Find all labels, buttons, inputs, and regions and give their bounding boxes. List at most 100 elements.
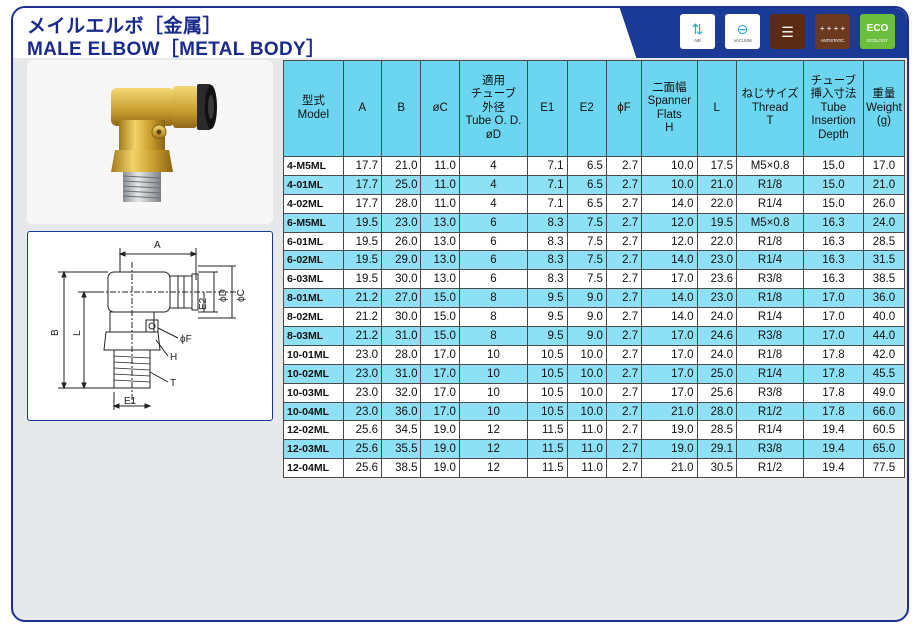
table-cell: R1/4 xyxy=(735,250,805,271)
table-cell: 4 xyxy=(458,193,529,214)
table-cell: 6 xyxy=(458,269,529,290)
model-cell: 8-03ML xyxy=(283,326,344,346)
table-cell: 26.0 xyxy=(381,231,422,252)
table-cell: R3/8 xyxy=(735,439,805,460)
table-cell: 10.5 xyxy=(527,363,568,384)
table-cell: 2.7 xyxy=(605,250,643,271)
table-cell: 13.0 xyxy=(420,269,460,290)
multi-icon: ☰ xyxy=(770,14,805,49)
model-cell: 4-02ML xyxy=(283,193,344,214)
table-cell: 9.5 xyxy=(527,326,568,346)
table-cell: 36.0 xyxy=(862,288,906,309)
table-cell: 14.0 xyxy=(641,250,698,271)
table-cell: 13.0 xyxy=(420,212,460,233)
table-cell: 7.5 xyxy=(566,212,607,233)
table-cell: 14.0 xyxy=(641,288,698,309)
table-cell: 10.5 xyxy=(527,382,568,403)
table-cell: 2.7 xyxy=(605,439,643,460)
table-cell: 23.0 xyxy=(696,288,737,309)
table-row: 6-M5ML 19.5 23.0 13.0 6 8.3 7.5 2.7 12.0 19.5 M5×0… xyxy=(283,212,906,233)
model-cell: 10-03ML xyxy=(283,382,344,403)
catalog-page: メイルエルボ［金属］ MALE ELBOW［METAL BODY］ ⇅ AIR … xyxy=(11,6,909,622)
table-cell: 19.4 xyxy=(803,458,864,479)
column-header: 型式 Model xyxy=(283,60,344,157)
table-cell: 7.1 xyxy=(527,193,568,214)
table-cell: 35.5 xyxy=(381,439,422,460)
table-cell: 25.0 xyxy=(696,363,737,384)
table-cell: 23.0 xyxy=(342,344,383,365)
table-cell: 2.7 xyxy=(605,401,643,422)
table-cell: R3/8 xyxy=(735,269,805,290)
table-cell: 10.5 xyxy=(527,344,568,365)
table-cell: 40.0 xyxy=(862,307,906,328)
table-cell: 31.0 xyxy=(381,326,422,346)
table-cell: 19.5 xyxy=(342,212,383,233)
table-cell: 29.1 xyxy=(696,439,737,460)
table-cell: 30.5 xyxy=(696,458,737,479)
air-icon: ⇅ AIR xyxy=(680,14,715,49)
table-cell: 8.3 xyxy=(527,269,568,290)
table-cell: 77.5 xyxy=(862,458,906,479)
table-cell: 17.0 xyxy=(420,344,460,365)
dim-label-e2: E2 xyxy=(198,297,209,310)
table-cell: 25.6 xyxy=(342,420,383,441)
model-cell: 12-02ML xyxy=(283,420,344,441)
table-cell: 6 xyxy=(458,212,529,233)
table-row: 12-04ML 25.6 38.5 19.0 12 11.5 11.0 2.7 21.0 30.5… xyxy=(283,458,906,479)
table-cell: 28.0 xyxy=(696,401,737,422)
table-row: 8-01ML 21.2 27.0 15.0 8 9.5 9.0 2.7 14.0 23.0 R1/8… xyxy=(283,288,906,309)
table-cell: 60.5 xyxy=(862,420,906,441)
table-cell: 10 xyxy=(458,344,529,365)
table-cell: 65.0 xyxy=(862,439,906,460)
table-cell: 44.0 xyxy=(862,326,906,346)
feature-icons: ⇅ AIR ⊖ VACUUM ☰ + + + + ANTISTATIC ECO … xyxy=(680,14,895,49)
table-cell: 11.0 xyxy=(566,420,607,441)
table-cell: 8.3 xyxy=(527,231,568,252)
table-cell: 9.0 xyxy=(566,307,607,328)
dim-label-a: A xyxy=(154,240,161,251)
table-cell: 7.5 xyxy=(566,231,607,252)
table-cell: 17.7 xyxy=(342,193,383,214)
table-cell: 17.8 xyxy=(803,344,864,365)
table-cell: 30.0 xyxy=(381,307,422,328)
table-cell: 6 xyxy=(458,250,529,271)
table-cell: 29.0 xyxy=(381,250,422,271)
table-cell: 7.1 xyxy=(527,156,568,176)
model-cell: 10-02ML xyxy=(283,363,344,384)
table-cell: 28.5 xyxy=(696,420,737,441)
table-cell: 21.2 xyxy=(342,288,383,309)
model-cell: 4-01ML xyxy=(283,174,344,195)
table-cell: 49.0 xyxy=(862,382,906,403)
table-cell: 15.0 xyxy=(420,326,460,346)
table-cell: 19.5 xyxy=(342,231,383,252)
table-cell: 17.5 xyxy=(696,156,737,176)
table-cell: 15.0 xyxy=(420,307,460,328)
table-cell: 17.0 xyxy=(641,363,698,384)
column-header: A xyxy=(342,60,383,157)
table-cell: 25.0 xyxy=(381,174,422,195)
table-cell: 7.5 xyxy=(566,269,607,290)
table-cell: 2.7 xyxy=(605,326,643,346)
column-header: E2 xyxy=(566,60,607,157)
table-cell: 8 xyxy=(458,307,529,328)
table-row: 10-03ML 23.0 32.0 17.0 10 10.5 10.0 2.7 17.0 25.6… xyxy=(283,382,906,403)
model-cell: 4-M5ML xyxy=(283,156,344,176)
table-cell: R3/8 xyxy=(735,326,805,346)
table-row: 10-01ML 23.0 28.0 17.0 10 10.5 10.0 2.7 17.0 24.0… xyxy=(283,344,906,365)
table-cell: 2.7 xyxy=(605,458,643,479)
table-cell: 19.0 xyxy=(420,439,460,460)
table-cell: 32.0 xyxy=(381,382,422,403)
table-cell: 66.0 xyxy=(862,401,906,422)
table-cell: 2.7 xyxy=(605,382,643,403)
table-cell: 16.3 xyxy=(803,231,864,252)
table-cell: 10.0 xyxy=(566,401,607,422)
table-cell: 10.0 xyxy=(641,174,698,195)
table-cell: 24.0 xyxy=(862,212,906,233)
column-header: 二面幅 Spanner Flats H xyxy=(641,60,698,157)
table-cell: 21.0 xyxy=(381,156,422,176)
table-cell: 17.0 xyxy=(803,326,864,346)
column-header: ねじサイズ Thread T xyxy=(735,60,805,157)
table-cell: R1/2 xyxy=(735,401,805,422)
table-cell: 21.2 xyxy=(342,307,383,328)
table-cell: 19.0 xyxy=(420,420,460,441)
